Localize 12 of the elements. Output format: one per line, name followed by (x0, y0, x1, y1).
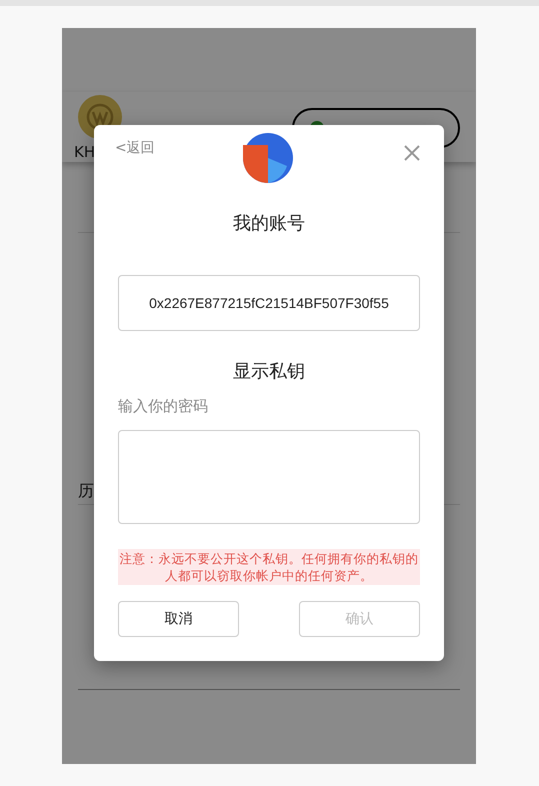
account-name: KH (74, 143, 96, 161)
history-label: 历 (78, 481, 95, 502)
close-icon (404, 145, 420, 161)
account-avatar-icon (242, 133, 292, 183)
password-label: 输入你的密码 (118, 397, 208, 416)
section-title: 显示私钥 (233, 360, 305, 383)
warning-text: 注意：永远不要公开这个私钥。任何拥有你的私钥的人都可以窃取你帐户中的任何资产。 (118, 549, 420, 585)
back-link[interactable]: <返回 (115, 139, 175, 157)
password-field[interactable] (118, 430, 420, 524)
address-field[interactable]: 0x2267E877215fC21514BF507F30f55 (118, 275, 420, 331)
dialog-title: 我的账号 (233, 212, 305, 235)
cancel-button[interactable]: 取消 (118, 601, 239, 637)
